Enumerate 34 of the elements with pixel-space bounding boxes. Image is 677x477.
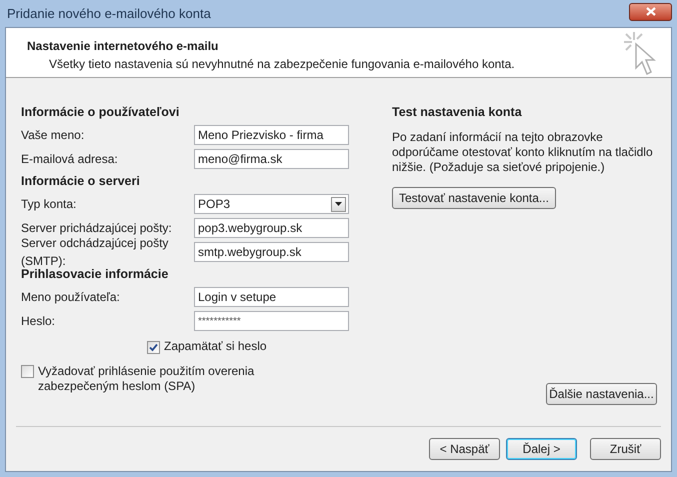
dropdown[interactable]: POP3: [194, 194, 349, 214]
checkbox-label: Vyžadovať prihlásenie použitím overenia zabezpečeným heslom (SPA): [38, 364, 256, 394]
field-label: Typ konta:: [21, 196, 76, 213]
field-label: Meno používateľa:: [21, 289, 120, 306]
section-heading: Test nastavenia konta: [392, 104, 523, 121]
checkbox[interactable]: [21, 365, 34, 378]
input-field[interactable]: meno@firma.sk: [194, 149, 349, 169]
header-subtitle: Všetky tieto nastavenia sú nevyhnutné na zabezpečenie fungovania e-mailového konta.: [48, 56, 515, 73]
close-icon: [646, 7, 656, 16]
section-heading: Informácie o používateľovi: [21, 104, 180, 121]
header-title: Nastavenie internetového e-mailu: [27, 38, 220, 55]
field-label: Server odchádzajúcej pošty (SMTP):: [21, 235, 170, 268]
wizard-button[interactable]: Zrušiť: [590, 438, 661, 460]
field-label: Server prichádzajúcej pošty:: [21, 220, 172, 237]
close-button[interactable]: [629, 2, 672, 20]
field-label: Heslo:: [21, 313, 56, 330]
test-description: Po zadaní informácií na tejto obrazovke odporúčame otestovať konto kliknutím na tlačidlo nižšie. (Požaduje sa sieťové pripojenie.): [392, 130, 654, 175]
section-heading: Prihlasovacie informácie: [21, 267, 170, 283]
input-field[interactable]: smtp.webygroup.sk: [194, 242, 349, 262]
field-label: E-mailová adresa:: [21, 151, 118, 168]
checkmark-icon: [149, 342, 158, 352]
wizard-button[interactable]: Ďalej >: [506, 438, 577, 460]
input-field[interactable]: pop3.webygroup.sk: [194, 218, 349, 238]
window-title: Pridanie nového e-mailového konta: [7, 4, 211, 23]
checkbox-label: Zapamätať si heslo: [164, 339, 267, 354]
input-field[interactable]: Login v setupe: [194, 287, 349, 307]
checkbox[interactable]: [147, 340, 160, 354]
field-label: Vaše meno:: [21, 127, 84, 144]
wizard-button[interactable]: < Naspäť: [429, 438, 500, 460]
section-heading: Informácie o serveri: [21, 173, 141, 190]
password-field[interactable]: ***********: [194, 311, 349, 331]
more-settings-button[interactable]: Ďalšie nastavenia...: [546, 382, 657, 405]
input-field[interactable]: Meno Priezvisko - firma: [194, 125, 349, 145]
test-settings-button[interactable]: Testovať nastavenie konta...: [392, 186, 556, 209]
